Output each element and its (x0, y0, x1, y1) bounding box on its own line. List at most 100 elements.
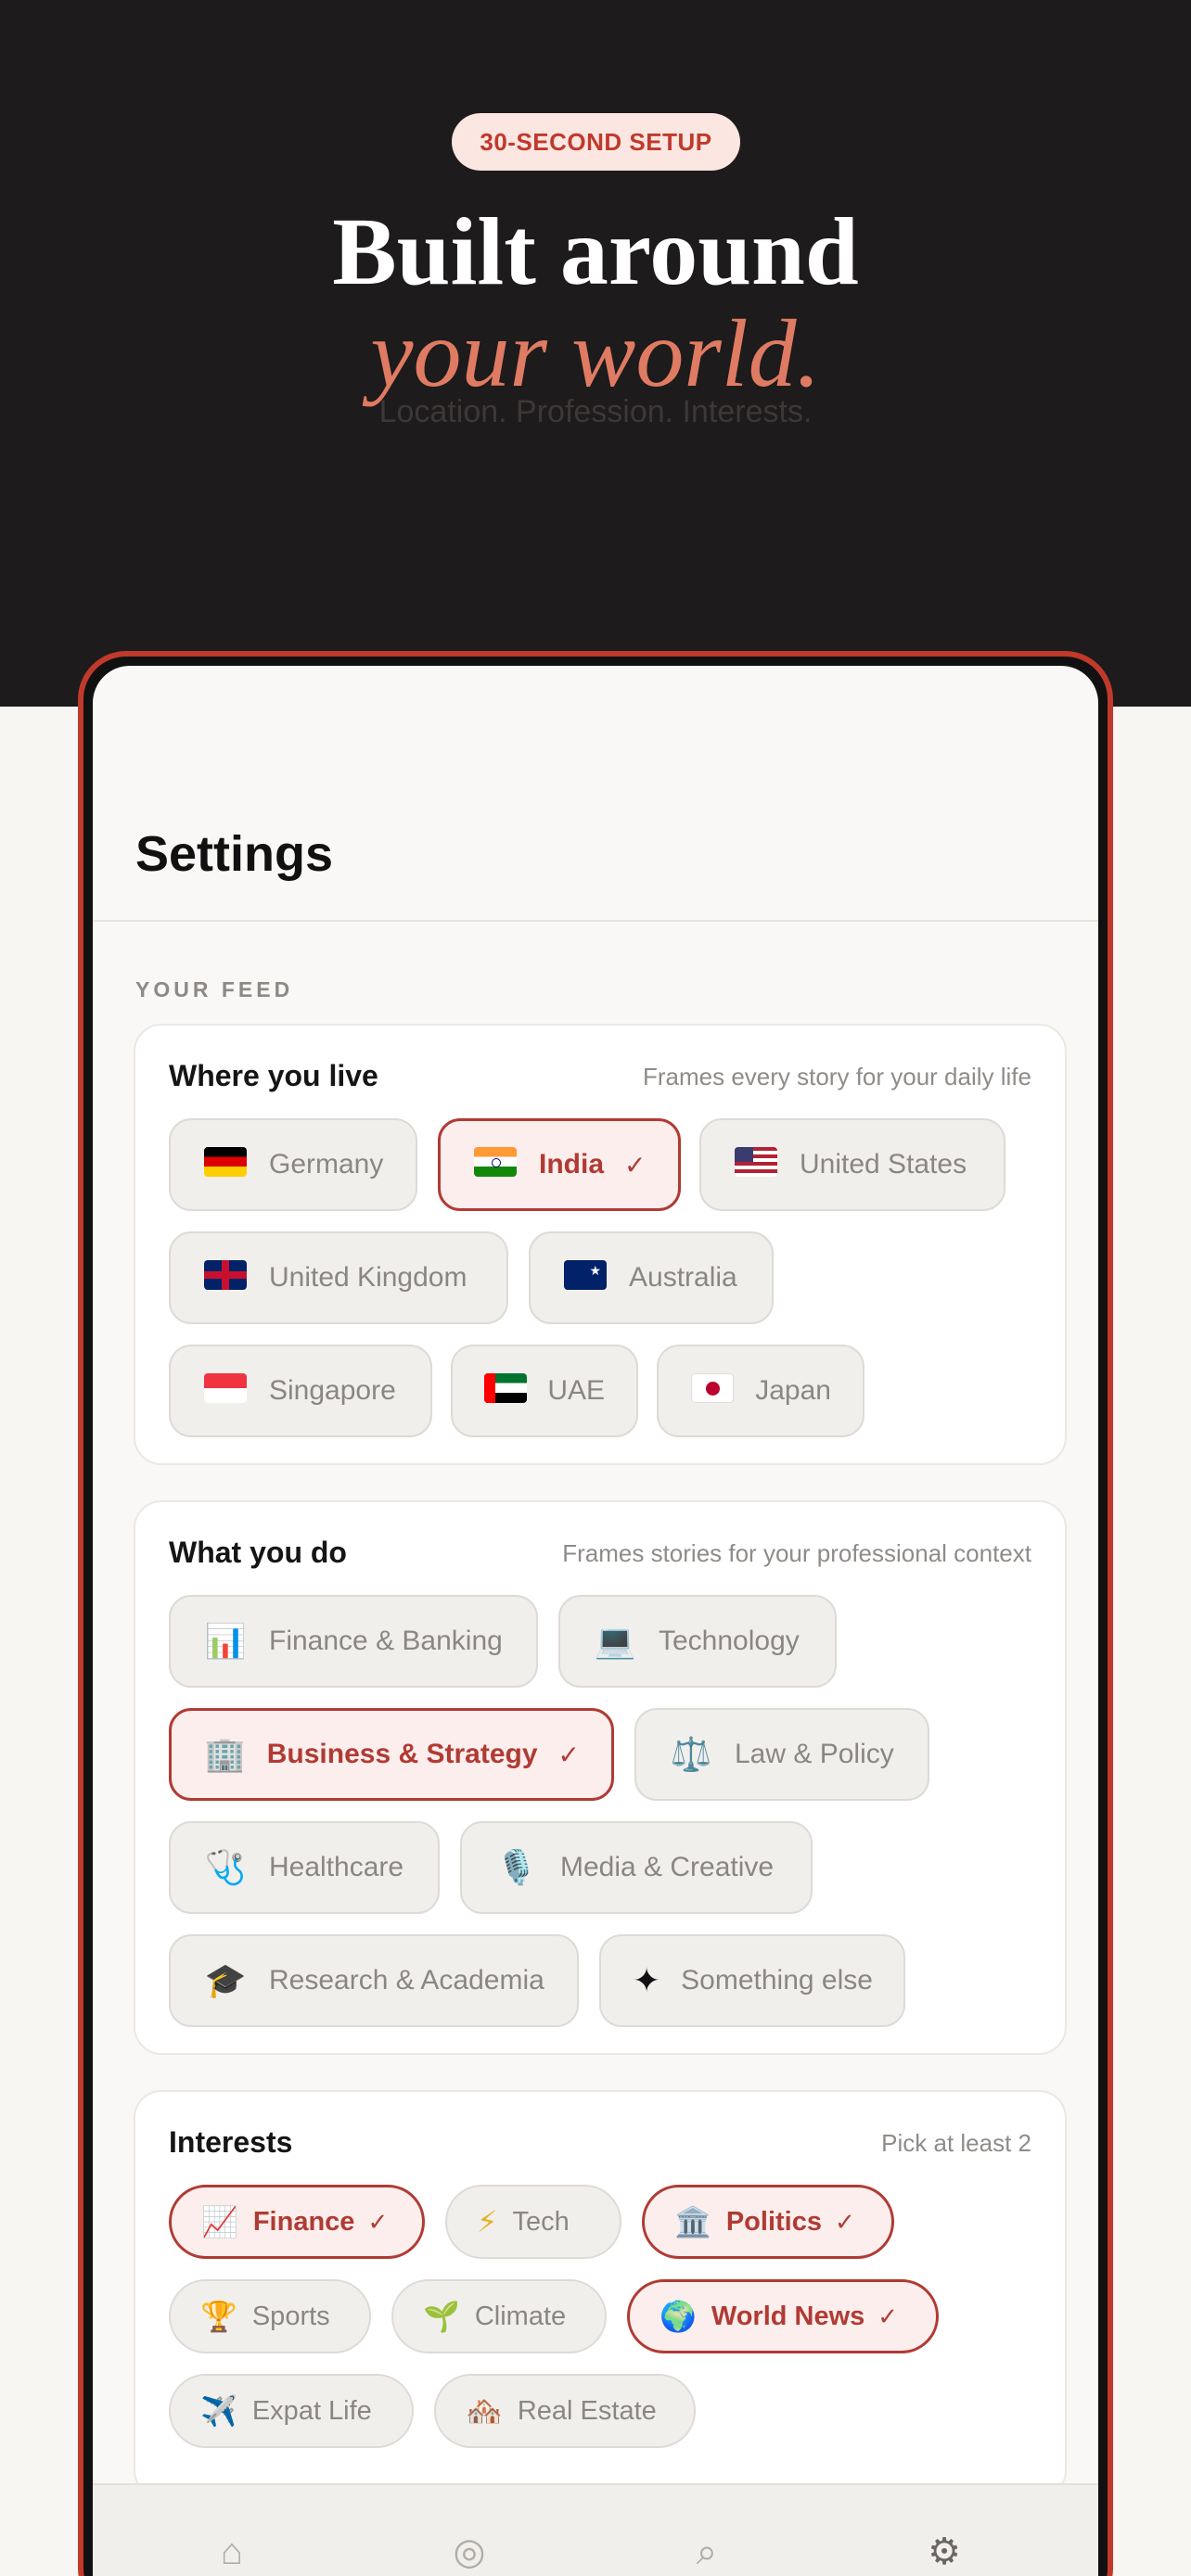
chip-label: Healthcare (269, 1852, 404, 1882)
interest-chip-real-estate[interactable]: 🏘️ Real Estate (434, 2374, 696, 2448)
chip-label: Singapore (269, 1375, 396, 1406)
location-chip-united-kingdom[interactable]: United Kingdom (169, 1231, 508, 1324)
chip-label: Sports (251, 2301, 330, 2331)
location-card: Where you live Frames every story for yo… (134, 1024, 1067, 1465)
chip-label: Media & Creative (560, 1852, 775, 1882)
location-chip-singapore[interactable]: Singapore (169, 1345, 432, 1437)
hero-title: Built around (332, 198, 859, 305)
chip-label: Research & Academia (269, 1965, 544, 1996)
chip-label: Finance & Banking (269, 1626, 503, 1656)
uk-flag-icon (202, 1260, 249, 1295)
tab-home[interactable]: ⌂ (121, 2485, 343, 2576)
chip-label: Finance (252, 2206, 355, 2237)
chip-label: Politics (725, 2206, 822, 2237)
chip-label: Climate (474, 2301, 567, 2331)
profession-card: What you do Frames stories for your prof… (134, 1500, 1067, 2055)
bottom-tab-bar: ⌂ ◎ ⌕ ⚙ (93, 2483, 1098, 2576)
chip-label: Tech (512, 2206, 570, 2237)
location-chip-germany[interactable]: Germany (169, 1118, 417, 1211)
hero-tagline: Location. Profession. Interests. (378, 394, 813, 429)
location-chip-uae[interactable]: UAE (451, 1345, 638, 1437)
classical-building-icon: 🏛️ (674, 2205, 711, 2238)
interest-chip-world-news[interactable]: 🌍 World News ✓ (627, 2279, 939, 2353)
india-flag-icon (472, 1147, 519, 1182)
hero-section: 30-SECOND SETUP Built around your world.… (0, 0, 1191, 707)
uae-flag-icon (484, 1373, 528, 1409)
profession-chip-healthcare[interactable]: 🩺 Healthcare (169, 1821, 440, 1914)
interest-chip-expat-life[interactable]: ✈️ Expat Life (169, 2374, 414, 2448)
sparkle-icon: ✦ (633, 1961, 661, 1999)
us-flag-icon (733, 1147, 779, 1182)
scales-icon: ⚖️ (670, 1735, 712, 1773)
profession-hint: Frames stories for your professional con… (562, 1539, 1031, 1567)
location-chip-united-states[interactable]: United States (699, 1118, 1005, 1211)
profession-chip-business-strategy[interactable]: 🏢 Business & Strategy ✓ (169, 1708, 614, 1801)
graduation-cap-icon: 🎓 (204, 1961, 247, 1999)
interest-chip-politics[interactable]: 🏛️ Politics ✓ (642, 2185, 894, 2259)
location-chip-japan[interactable]: Japan (657, 1345, 864, 1437)
profession-chip-law-policy[interactable]: ⚖️ Law & Policy (634, 1708, 929, 1801)
interests-hint: Pick at least 2 (881, 2129, 1031, 2157)
laptop-icon: 💻 (594, 1622, 636, 1660)
profession-chip-technology[interactable]: 💻 Technology (558, 1595, 837, 1688)
location-chip-australia[interactable]: Australia (529, 1231, 774, 1324)
check-icon: ✓ (367, 2207, 389, 2236)
interest-chip-climate[interactable]: 🌱 Climate (391, 2279, 607, 2353)
australia-flag-icon (562, 1260, 608, 1295)
page-title: Settings (135, 826, 334, 882)
search-icon: ⌕ (696, 2531, 718, 2572)
houses-icon: 🏘️ (466, 2394, 503, 2428)
settings-gear-icon: ⚙ (928, 2531, 961, 2572)
stethoscope-icon: 🩺 (204, 1848, 247, 1886)
interest-chip-tech[interactable]: ⚡ Tech (445, 2185, 621, 2259)
bar-chart-icon: 📊 (204, 1622, 247, 1660)
singapore-flag-icon (202, 1373, 249, 1409)
check-icon: ✓ (557, 1740, 580, 1769)
interests-title: Interests (169, 2125, 293, 2159)
profession-chip-media-creative[interactable]: 🎙️ Media & Creative (460, 1821, 813, 1914)
location-hint: Frames every story for your daily life (642, 1063, 1031, 1090)
chip-label: Expat Life (251, 2395, 372, 2426)
japan-flag-icon (690, 1373, 735, 1409)
chip-label: Technology (659, 1626, 800, 1656)
globe-icon: 🌍 (660, 2300, 697, 2333)
chip-label: Germany (269, 1149, 384, 1180)
chip-label: Real Estate (517, 2395, 657, 2426)
tab-explore[interactable]: ◎ (358, 2485, 581, 2576)
phone-screen: Settings YOUR FEED Where you live Frames… (93, 666, 1098, 2576)
setup-badge: 30-SECOND SETUP (452, 113, 740, 171)
chip-label: UAE (547, 1375, 605, 1406)
tab-search[interactable]: ⌕ (596, 2485, 818, 2576)
seedling-icon: 🌱 (423, 2300, 460, 2333)
chip-label: United Kingdom (269, 1262, 467, 1293)
profession-title: What you do (169, 1536, 347, 1569)
chip-label: Something else (681, 1965, 873, 1996)
chip-label: United States (800, 1149, 967, 1180)
location-title: Where you live (169, 1059, 378, 1092)
chip-label: Australia (629, 1262, 737, 1293)
lightning-icon: ⚡ (477, 2205, 498, 2238)
trophy-icon: 🏆 (200, 2300, 237, 2333)
chip-label: Japan (755, 1375, 831, 1406)
chip-label: Law & Policy (735, 1739, 894, 1769)
check-icon: ✓ (877, 2302, 899, 2330)
profession-chip-research-academia[interactable]: 🎓 Research & Academia (169, 1934, 579, 2027)
interest-chip-finance[interactable]: 📈 Finance ✓ (169, 2185, 425, 2259)
settings-header: Settings (93, 666, 1098, 922)
office-building-icon: 🏢 (203, 1735, 246, 1773)
interest-chip-sports[interactable]: 🏆 Sports (169, 2279, 371, 2353)
tab-settings[interactable]: ⚙ (833, 2485, 1056, 2576)
chip-label: World News (711, 2301, 865, 2331)
airplane-icon: ✈️ (200, 2394, 237, 2428)
location-chip-india[interactable]: India ✓ (438, 1118, 681, 1211)
chart-increasing-icon: 📈 (201, 2205, 238, 2238)
check-icon: ✓ (835, 2207, 855, 2236)
germany-flag-icon (202, 1147, 249, 1182)
home-icon: ⌂ (220, 2531, 244, 2572)
phone-frame: Settings YOUR FEED Where you live Frames… (78, 651, 1113, 2576)
profession-chip-finance-banking[interactable]: 📊 Finance & Banking (169, 1595, 538, 1688)
section-label-your-feed: YOUR FEED (135, 977, 294, 1001)
chip-label: Business & Strategy (266, 1739, 538, 1769)
explore-icon: ◎ (453, 2531, 486, 2572)
profession-chip-something-else[interactable]: ✦ Something else (599, 1934, 905, 2027)
